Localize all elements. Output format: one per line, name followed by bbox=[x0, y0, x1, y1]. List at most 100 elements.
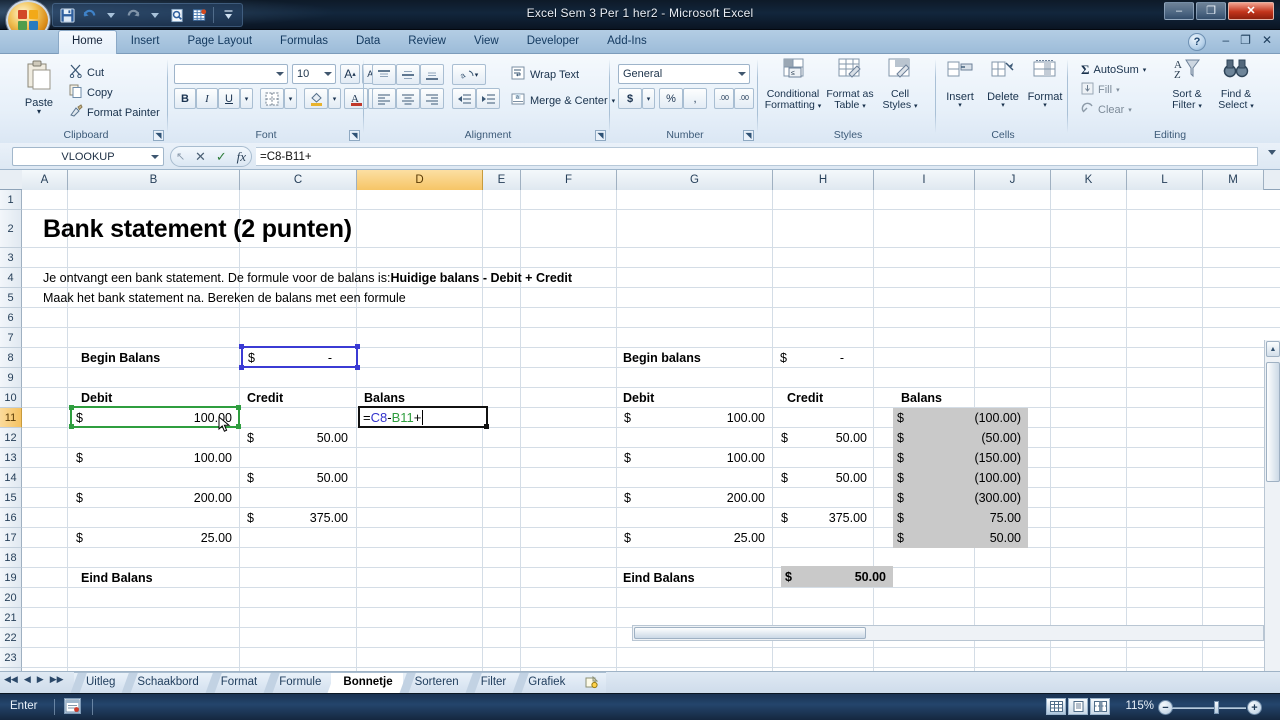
column-header-m[interactable]: M bbox=[1203, 170, 1264, 190]
spreadsheet-icon[interactable] bbox=[189, 5, 209, 25]
fill-button[interactable]: Fill ▾ bbox=[1078, 80, 1123, 100]
row-header-5[interactable]: 5 bbox=[0, 288, 22, 308]
chevron-down-icon[interactable]: ▾ bbox=[1116, 86, 1120, 94]
wrap-text-button[interactable]: Wrap Text bbox=[508, 64, 582, 85]
row-header-11[interactable]: 11 bbox=[0, 408, 22, 428]
column-header-a[interactable]: A bbox=[22, 170, 68, 190]
chevron-down-icon[interactable]: ▾ bbox=[1128, 106, 1132, 114]
conditional-formatting-button[interactable]: ≤ Conditional Formatting ▾ bbox=[762, 58, 824, 112]
window-close-button[interactable]: ✕ bbox=[1228, 2, 1274, 20]
formula-input[interactable]: =C8-B11+ bbox=[256, 147, 1258, 166]
paste-dropdown-icon[interactable]: ▾ bbox=[12, 109, 66, 114]
ribbon-close-button[interactable]: ✕ bbox=[1262, 33, 1272, 47]
redo-icon[interactable] bbox=[123, 5, 143, 25]
cancel-formula-button[interactable]: ✕ bbox=[195, 149, 206, 165]
orientation-button[interactable]: a ▾ bbox=[452, 64, 486, 85]
cut-button[interactable]: Cut bbox=[66, 62, 107, 83]
redo-dropdown-icon[interactable] bbox=[145, 5, 165, 25]
chevron-down-icon[interactable]: ▾ bbox=[982, 103, 1024, 109]
sheet-tab-bonnetje[interactable]: Bonnetje bbox=[331, 672, 402, 694]
cell-c14-credit[interactable]: $ 50.00 bbox=[243, 468, 353, 488]
sheet-nav-first-button[interactable]: ◀◀ bbox=[4, 674, 18, 685]
row-header-18[interactable]: 18 bbox=[0, 548, 22, 568]
cell-h14-credit[interactable]: $ 50.00 bbox=[777, 468, 872, 488]
cell-g15-debit[interactable]: $ 200.00 bbox=[620, 488, 770, 508]
horizontal-scrollbar[interactable] bbox=[632, 625, 1264, 641]
align-center-button[interactable] bbox=[396, 88, 420, 109]
align-top-button[interactable] bbox=[372, 64, 396, 85]
increase-indent-button[interactable] bbox=[476, 88, 500, 109]
fill-color-dropdown-icon[interactable]: ▾ bbox=[328, 88, 341, 109]
underline-button[interactable]: U bbox=[218, 88, 240, 109]
cell-i17-balans[interactable]: $ 50.00 bbox=[893, 528, 1026, 548]
font-dialog-launcher-icon[interactable]: ◥ bbox=[349, 130, 360, 141]
window-maximize-button[interactable]: ❐ bbox=[1196, 2, 1226, 20]
tab-home[interactable]: Home bbox=[58, 30, 117, 54]
column-header-j[interactable]: J bbox=[975, 170, 1051, 190]
row-header-6[interactable]: 6 bbox=[0, 308, 22, 328]
chevron-down-icon[interactable] bbox=[324, 72, 332, 76]
record-macro-icon[interactable] bbox=[64, 698, 81, 714]
column-header-l[interactable]: L bbox=[1127, 170, 1203, 190]
format-painter-button[interactable]: Format Painter bbox=[66, 102, 163, 123]
sheet-nav-last-button[interactable]: ▶▶ bbox=[50, 674, 64, 685]
page-layout-view-button[interactable] bbox=[1068, 698, 1088, 715]
align-middle-button[interactable] bbox=[396, 64, 420, 85]
fill-handle[interactable] bbox=[484, 424, 489, 429]
horizontal-scroll-thumb[interactable] bbox=[634, 627, 866, 639]
chevron-down-icon[interactable] bbox=[276, 72, 284, 76]
number-dialog-launcher-icon[interactable]: ◥ bbox=[743, 130, 754, 141]
cell-i15-balans[interactable]: $ (300.00) bbox=[893, 488, 1026, 508]
chevron-down-icon[interactable]: ▾ bbox=[1143, 66, 1147, 74]
decrease-decimal-button[interactable]: .00 bbox=[734, 88, 754, 109]
font-color-button[interactable]: A bbox=[344, 88, 368, 109]
tab-data[interactable]: Data bbox=[342, 30, 394, 54]
ribbon-minimize-button[interactable]: – bbox=[1222, 33, 1229, 47]
row-header-19[interactable]: 19 bbox=[0, 568, 22, 588]
window-minimize-button[interactable]: – bbox=[1164, 2, 1194, 20]
row-header-20[interactable]: 20 bbox=[0, 588, 22, 608]
cell-i13-balans[interactable]: $ (150.00) bbox=[893, 448, 1026, 468]
row-header-2[interactable]: 2 bbox=[0, 210, 22, 248]
merge-center-button[interactable]: a Merge & Center ▾ bbox=[508, 90, 618, 111]
undo-icon[interactable] bbox=[79, 5, 99, 25]
cell-g13-debit[interactable]: $ 100.00 bbox=[620, 448, 770, 468]
name-box[interactable]: VLOOKUP bbox=[12, 147, 164, 166]
cell-b2-title[interactable]: Bank statement (2 punten) bbox=[40, 210, 540, 248]
zoom-out-button[interactable]: − bbox=[1158, 700, 1173, 715]
chevron-down-icon[interactable]: ▾ bbox=[940, 103, 980, 109]
font-name-input[interactable] bbox=[174, 64, 288, 84]
cell-b15-debit[interactable]: $ 200.00 bbox=[72, 488, 237, 508]
row-header-8[interactable]: 8 bbox=[0, 348, 22, 368]
zoom-level[interactable]: 115% bbox=[1125, 700, 1154, 712]
borders-button[interactable] bbox=[260, 88, 284, 109]
number-format-select[interactable]: General bbox=[618, 64, 750, 84]
cell-g10-debit-header[interactable]: Debit bbox=[620, 388, 720, 408]
row-header-21[interactable]: 21 bbox=[0, 608, 22, 628]
row-header-16[interactable]: 16 bbox=[0, 508, 22, 528]
help-icon[interactable]: ? bbox=[1188, 33, 1206, 51]
tab-page-layout[interactable]: Page Layout bbox=[173, 30, 266, 54]
find-select-button[interactable]: Find & Select ▾ bbox=[1212, 58, 1260, 112]
zoom-in-button[interactable]: + bbox=[1247, 700, 1262, 715]
font-size-input[interactable]: 10 bbox=[292, 64, 336, 84]
print-preview-icon[interactable] bbox=[167, 5, 187, 25]
cell-h10-credit-header[interactable]: Credit bbox=[784, 388, 884, 408]
autosum-button[interactable]: Σ AutoSum ▾ bbox=[1078, 60, 1149, 80]
row-header-9[interactable]: 9 bbox=[0, 368, 22, 388]
cell-b10-debit-header[interactable]: Debit bbox=[78, 388, 178, 408]
tab-insert[interactable]: Insert bbox=[117, 30, 174, 54]
cell-styles-button[interactable]: Cell Styles ▾ bbox=[876, 58, 924, 112]
sheet-nav-prev-button[interactable]: ◀ bbox=[24, 674, 31, 685]
column-header-c[interactable]: C bbox=[240, 170, 357, 190]
enter-formula-button[interactable]: ✓ bbox=[216, 149, 227, 165]
sheet-tab-formule[interactable]: Formule bbox=[267, 672, 331, 694]
chevron-down-icon[interactable] bbox=[738, 72, 746, 76]
cells-canvas[interactable]: Bank statement (2 punten) Je ontvangt ee… bbox=[22, 190, 1280, 671]
sheet-tab-format[interactable]: Format bbox=[209, 672, 267, 694]
cell-b13-debit[interactable]: $ 100.00 bbox=[72, 448, 237, 468]
active-cell-d11-editor[interactable]: =C8-B11+ bbox=[358, 406, 488, 428]
align-left-button[interactable] bbox=[372, 88, 396, 109]
cell-c12-credit[interactable]: $ 50.00 bbox=[243, 428, 353, 448]
cell-c8-begin-balans-value[interactable]: $ - bbox=[244, 348, 354, 368]
